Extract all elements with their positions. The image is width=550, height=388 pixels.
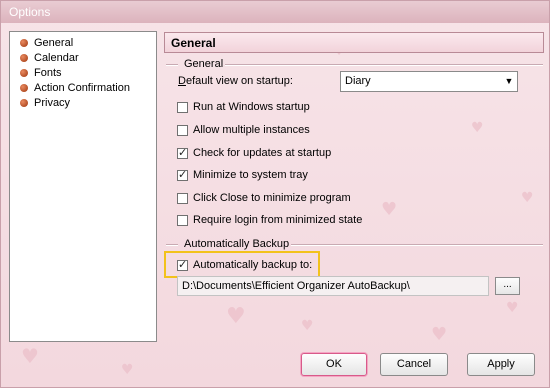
click-close-minimize-checkbox-row[interactable]: Click Close to minimize program — [177, 191, 351, 205]
auto-backup-checkbox[interactable] — [177, 258, 188, 271]
nav-item-label: Fonts — [34, 67, 62, 79]
panel-header: General — [164, 32, 544, 53]
heart-decoration-icon: ♥ — [226, 304, 246, 329]
default-view-value: Diary — [345, 75, 371, 87]
checkbox-label: Require login from minimized state — [193, 214, 363, 226]
nav-item-label: General — [34, 37, 74, 49]
options-window: ♥ ♥ ♥ ♥ ♥ ♥ ♥ ♥ ♥ ♥ Options General Cale… — [0, 0, 550, 388]
panel-title: General — [171, 36, 216, 50]
title-bar[interactable]: Options — [1, 1, 549, 23]
check-updates-checkbox[interactable] — [177, 146, 188, 159]
checkbox-label: Automatically backup to: — [193, 259, 313, 271]
nav-item-general[interactable]: General — [19, 36, 73, 50]
default-view-label: Default view on startup: — [178, 75, 293, 87]
bullet-icon — [20, 39, 28, 47]
heart-decoration-icon: ♥ — [471, 120, 484, 136]
apply-button[interactable]: Apply — [467, 353, 535, 376]
nav-item-calendar[interactable]: Calendar — [19, 51, 79, 65]
heart-decoration-icon: ♥ — [431, 324, 448, 345]
heart-decoration-icon: ♥ — [506, 300, 519, 316]
nav-item-fonts[interactable]: Fonts — [19, 66, 62, 80]
run-at-startup-checkbox[interactable] — [177, 101, 188, 113]
group-divider — [166, 64, 178, 66]
require-login-checkbox[interactable] — [177, 214, 188, 226]
require-login-checkbox-row[interactable]: Require login from minimized state — [177, 213, 362, 227]
check-updates-checkbox-row[interactable]: Check for updates at startup — [177, 146, 331, 160]
bullet-icon — [20, 54, 28, 62]
minimize-to-tray-checkbox-row[interactable]: Minimize to system tray — [177, 168, 308, 182]
group-divider — [225, 64, 543, 66]
checkbox-label: Allow multiple instances — [193, 124, 310, 136]
backup-group-label: Automatically Backup — [184, 238, 290, 250]
heart-decoration-icon: ♥ — [301, 318, 314, 334]
group-divider — [166, 244, 178, 246]
window-title: Options — [9, 5, 51, 19]
heart-decoration-icon: ♥ — [521, 190, 534, 206]
click-close-minimize-checkbox[interactable] — [177, 192, 188, 204]
nav-item-privacy[interactable]: Privacy — [19, 96, 70, 110]
group-divider — [291, 244, 543, 246]
nav-item-label: Privacy — [34, 97, 71, 109]
general-group-label: General — [184, 58, 224, 70]
heart-decoration-icon: ♥ — [21, 344, 39, 368]
checkbox-label: Click Close to minimize program — [193, 192, 351, 204]
heart-decoration-icon: ♥ — [121, 362, 134, 378]
bullet-icon — [20, 69, 28, 77]
checkbox-label: Run at Windows startup — [193, 101, 310, 113]
auto-backup-checkbox-row[interactable]: Automatically backup to: — [177, 258, 312, 272]
checkbox-label: Minimize to system tray — [193, 169, 308, 181]
chevron-down-icon[interactable]: ▼ — [501, 72, 517, 91]
allow-multiple-instances-checkbox-row[interactable]: Allow multiple instances — [177, 123, 310, 137]
minimize-to-tray-checkbox[interactable] — [177, 168, 188, 181]
default-view-select[interactable]: Diary ▼ — [340, 71, 518, 92]
backup-path-field[interactable]: D:\Documents\Efficient Organizer AutoBac… — [177, 276, 489, 296]
nav-item-label: Action Confirmation — [34, 82, 130, 94]
heart-decoration-icon: ♥ — [381, 199, 398, 220]
nav-item-label: Calendar — [34, 52, 79, 64]
bullet-icon — [20, 99, 28, 107]
nav-item-action-confirmation[interactable]: Action Confirmation — [19, 81, 130, 95]
category-list[interactable]: General Calendar Fonts Action Confirmati… — [9, 31, 157, 342]
cancel-button[interactable]: Cancel — [380, 353, 448, 376]
backup-path-value: D:\Documents\Efficient Organizer AutoBac… — [182, 280, 410, 292]
run-at-startup-checkbox-row[interactable]: Run at Windows startup — [177, 100, 310, 114]
browse-button[interactable]: ... — [495, 277, 520, 295]
ok-button[interactable]: OK — [301, 353, 367, 376]
checkbox-label: Check for updates at startup — [193, 147, 332, 159]
bullet-icon — [20, 84, 28, 92]
allow-multiple-instances-checkbox[interactable] — [177, 124, 188, 136]
